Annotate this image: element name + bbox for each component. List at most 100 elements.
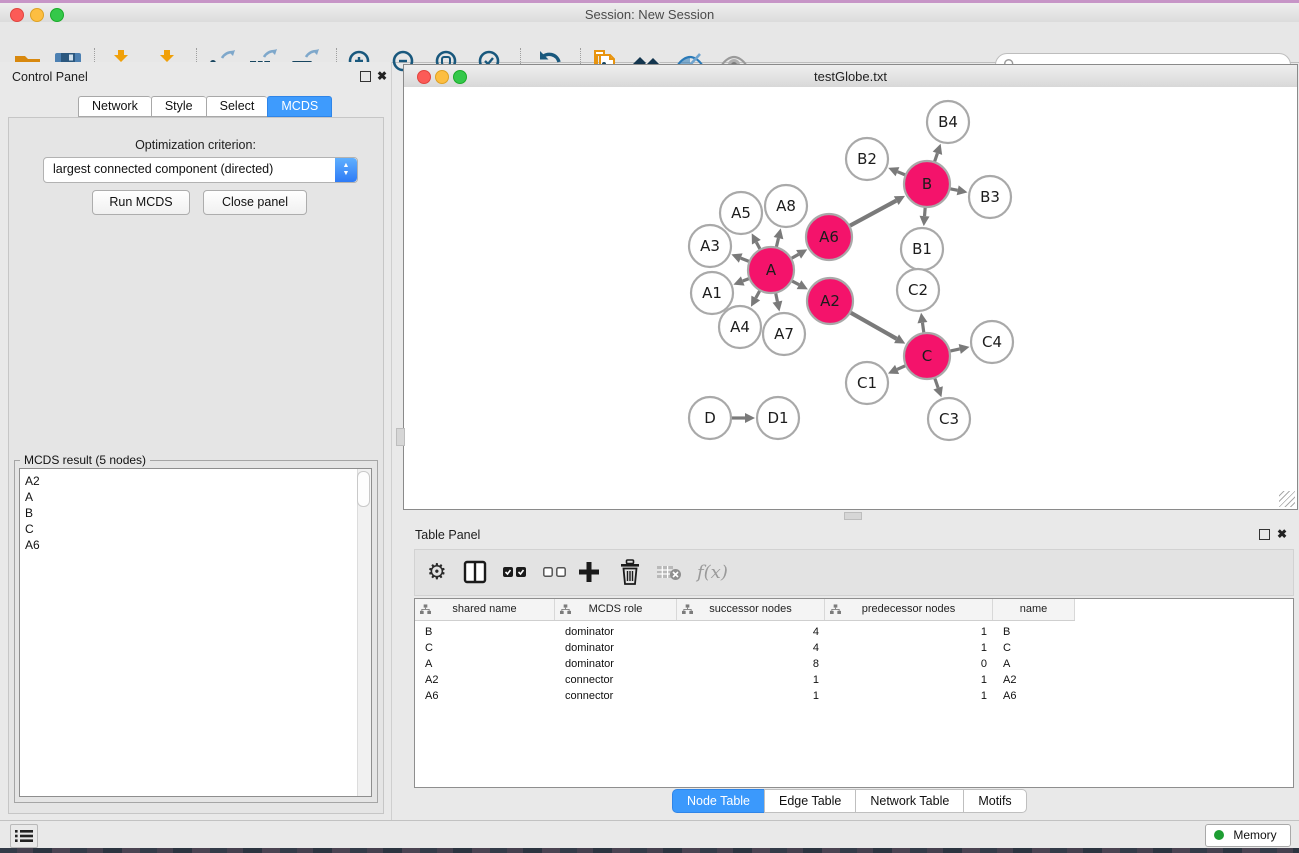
list-item[interactable]: A2 <box>25 473 40 489</box>
main-toolbar <box>0 22 1299 63</box>
graph-edge-A-A6[interactable] <box>791 254 799 258</box>
network-canvas[interactable]: B4B2BB3B1A5A8A3A6AA1A2A4A7C2C4CC1C3DD1 <box>404 87 1297 509</box>
scrollbar-thumb[interactable] <box>357 471 370 507</box>
graph-node-label: B <box>922 175 932 193</box>
list-item[interactable]: B <box>25 505 40 521</box>
node-table[interactable]: shared name MCDS role successor nodes pr… <box>414 598 1294 788</box>
graph-edge-A-A2[interactable] <box>791 281 799 285</box>
add-column-icon[interactable] <box>578 558 600 586</box>
graph-arrowhead <box>745 413 755 423</box>
graph-arrowhead <box>918 313 928 324</box>
window-titlebar[interactable]: Session: New Session <box>0 3 1299 22</box>
list-item[interactable]: C <box>25 521 40 537</box>
delete-column-trash-icon[interactable] <box>618 558 642 586</box>
graph-edge-A-A7[interactable] <box>776 293 778 302</box>
deselect-all-icon[interactable] <box>543 558 567 586</box>
graph-edge-A-A5[interactable] <box>756 242 760 249</box>
run-mcds-button[interactable]: Run MCDS <box>92 190 190 215</box>
graph-edge-A-A3[interactable] <box>741 258 750 261</box>
graph-node-label: C2 <box>908 281 928 299</box>
function-builder-icon[interactable]: f(x) <box>697 558 728 586</box>
window-title: Session: New Session <box>0 7 1299 22</box>
close-panel-icon[interactable]: ✖ <box>377 71 387 82</box>
graph-edge-A6-B[interactable] <box>849 201 896 226</box>
tab-select[interactable]: Select <box>206 96 268 117</box>
graph-node-label: C1 <box>857 374 877 392</box>
graph-node-label: A2 <box>820 292 840 310</box>
control-panel-tabs: Network Style Select MCDS <box>78 96 332 117</box>
graph-edge-A-A4[interactable] <box>756 290 760 298</box>
network-graph[interactable]: B4B2BB3B1A5A8A3A6AA1A2A4A7C2C4CC1C3DD1 <box>404 87 1297 509</box>
tab-edge-table[interactable]: Edge Table <box>764 789 855 813</box>
optimization-criterion-select[interactable]: largest connected component (directed) ▲… <box>43 157 358 183</box>
desktop-background-strip <box>0 848 1299 853</box>
close-panel-icon[interactable]: ✖ <box>1277 529 1287 540</box>
memory-label: Memory <box>1233 828 1276 842</box>
list-item[interactable]: A <box>25 489 40 505</box>
tab-mcds[interactable]: MCDS <box>267 96 332 117</box>
split-panel-icon[interactable] <box>463 558 487 586</box>
column-settings-gear-icon[interactable]: ⚙ <box>427 558 447 586</box>
network-view-title: testGlobe.txt <box>404 69 1297 84</box>
column-header-predecessor-nodes[interactable]: predecessor nodes <box>825 599 993 620</box>
graph-edge-C-C1[interactable] <box>897 365 906 369</box>
tab-node-table[interactable]: Node Table <box>672 789 764 813</box>
delete-table-icon[interactable] <box>656 558 682 586</box>
attribute-icon <box>420 604 431 615</box>
tab-network-table[interactable]: Network Table <box>855 789 963 813</box>
table-row[interactable]: A6connector 11 A6 <box>415 688 1075 704</box>
graph-edge-B-B2[interactable] <box>897 172 905 175</box>
pane-divider-handle[interactable] <box>396 428 405 446</box>
table-row[interactable]: Bdominator 41 B <box>415 624 1075 640</box>
graph-arrowhead <box>933 386 942 397</box>
table-row[interactable]: Cdominator 41 C <box>415 640 1075 656</box>
mcds-result-title: MCDS result (5 nodes) <box>20 453 150 467</box>
attribute-icon <box>830 604 841 615</box>
graph-node-label: A1 <box>702 284 722 302</box>
attribute-icon <box>560 604 571 615</box>
graph-arrowhead <box>959 344 970 354</box>
close-panel-button[interactable]: Close panel <box>203 190 307 215</box>
table-row[interactable]: A2connector 11 A2 <box>415 672 1075 688</box>
graph-arrowhead <box>773 301 783 312</box>
graph-edge-B-B3[interactable] <box>950 189 958 191</box>
status-bar: Memory <box>0 820 1299 849</box>
column-header-shared-name[interactable]: shared name <box>415 599 555 620</box>
column-header-mcds-role[interactable]: MCDS role <box>555 599 677 620</box>
column-header-successor-nodes[interactable]: successor nodes <box>677 599 825 620</box>
select-all-icon[interactable] <box>503 558 527 586</box>
graph-edge-A2-C[interactable] <box>850 312 897 338</box>
tab-motifs[interactable]: Motifs <box>963 789 1026 813</box>
control-panel-title: Control Panel <box>12 70 88 84</box>
mcds-result-list[interactable]: A2 A B C A6 <box>19 468 372 797</box>
attribute-icon <box>682 604 693 615</box>
task-history-button[interactable] <box>10 824 38 848</box>
tab-style[interactable]: Style <box>151 96 206 117</box>
graph-edge-A-A8[interactable] <box>776 238 778 247</box>
memory-button[interactable]: Memory <box>1205 824 1291 847</box>
list-item[interactable]: A6 <box>25 537 40 553</box>
graph-edge-C-C2[interactable] <box>922 323 923 334</box>
tab-network[interactable]: Network <box>78 96 151 117</box>
graph-edge-B-B4[interactable] <box>934 153 937 162</box>
graph-edge-B-B1[interactable] <box>925 207 926 216</box>
table-row[interactable]: Adominator 80 A <box>415 656 1075 672</box>
application-window: Session: New Session <box>0 0 1299 853</box>
graph-edge-C-C3[interactable] <box>935 378 939 388</box>
list-icon <box>15 829 33 843</box>
graph-node-label: A8 <box>776 197 796 215</box>
column-header-name[interactable]: name <box>993 599 1075 620</box>
graph-edge-C-C4[interactable] <box>949 349 959 351</box>
float-panel-icon[interactable] <box>360 71 371 82</box>
resize-grip-icon[interactable] <box>1279 491 1295 507</box>
graph-node-label: B4 <box>938 113 958 131</box>
graph-node-label: B2 <box>857 150 877 168</box>
optimization-criterion-label: Optimization criterion: <box>0 138 391 152</box>
pane-divider-handle[interactable] <box>844 512 862 520</box>
graph-arrowhead <box>920 216 930 226</box>
float-panel-icon[interactable] <box>1259 529 1270 540</box>
graph-node-label: D1 <box>767 409 788 427</box>
graph-node-label: A3 <box>700 237 720 255</box>
scrollbar-track[interactable] <box>357 469 371 796</box>
network-window-titlebar[interactable]: testGlobe.txt <box>404 65 1297 88</box>
